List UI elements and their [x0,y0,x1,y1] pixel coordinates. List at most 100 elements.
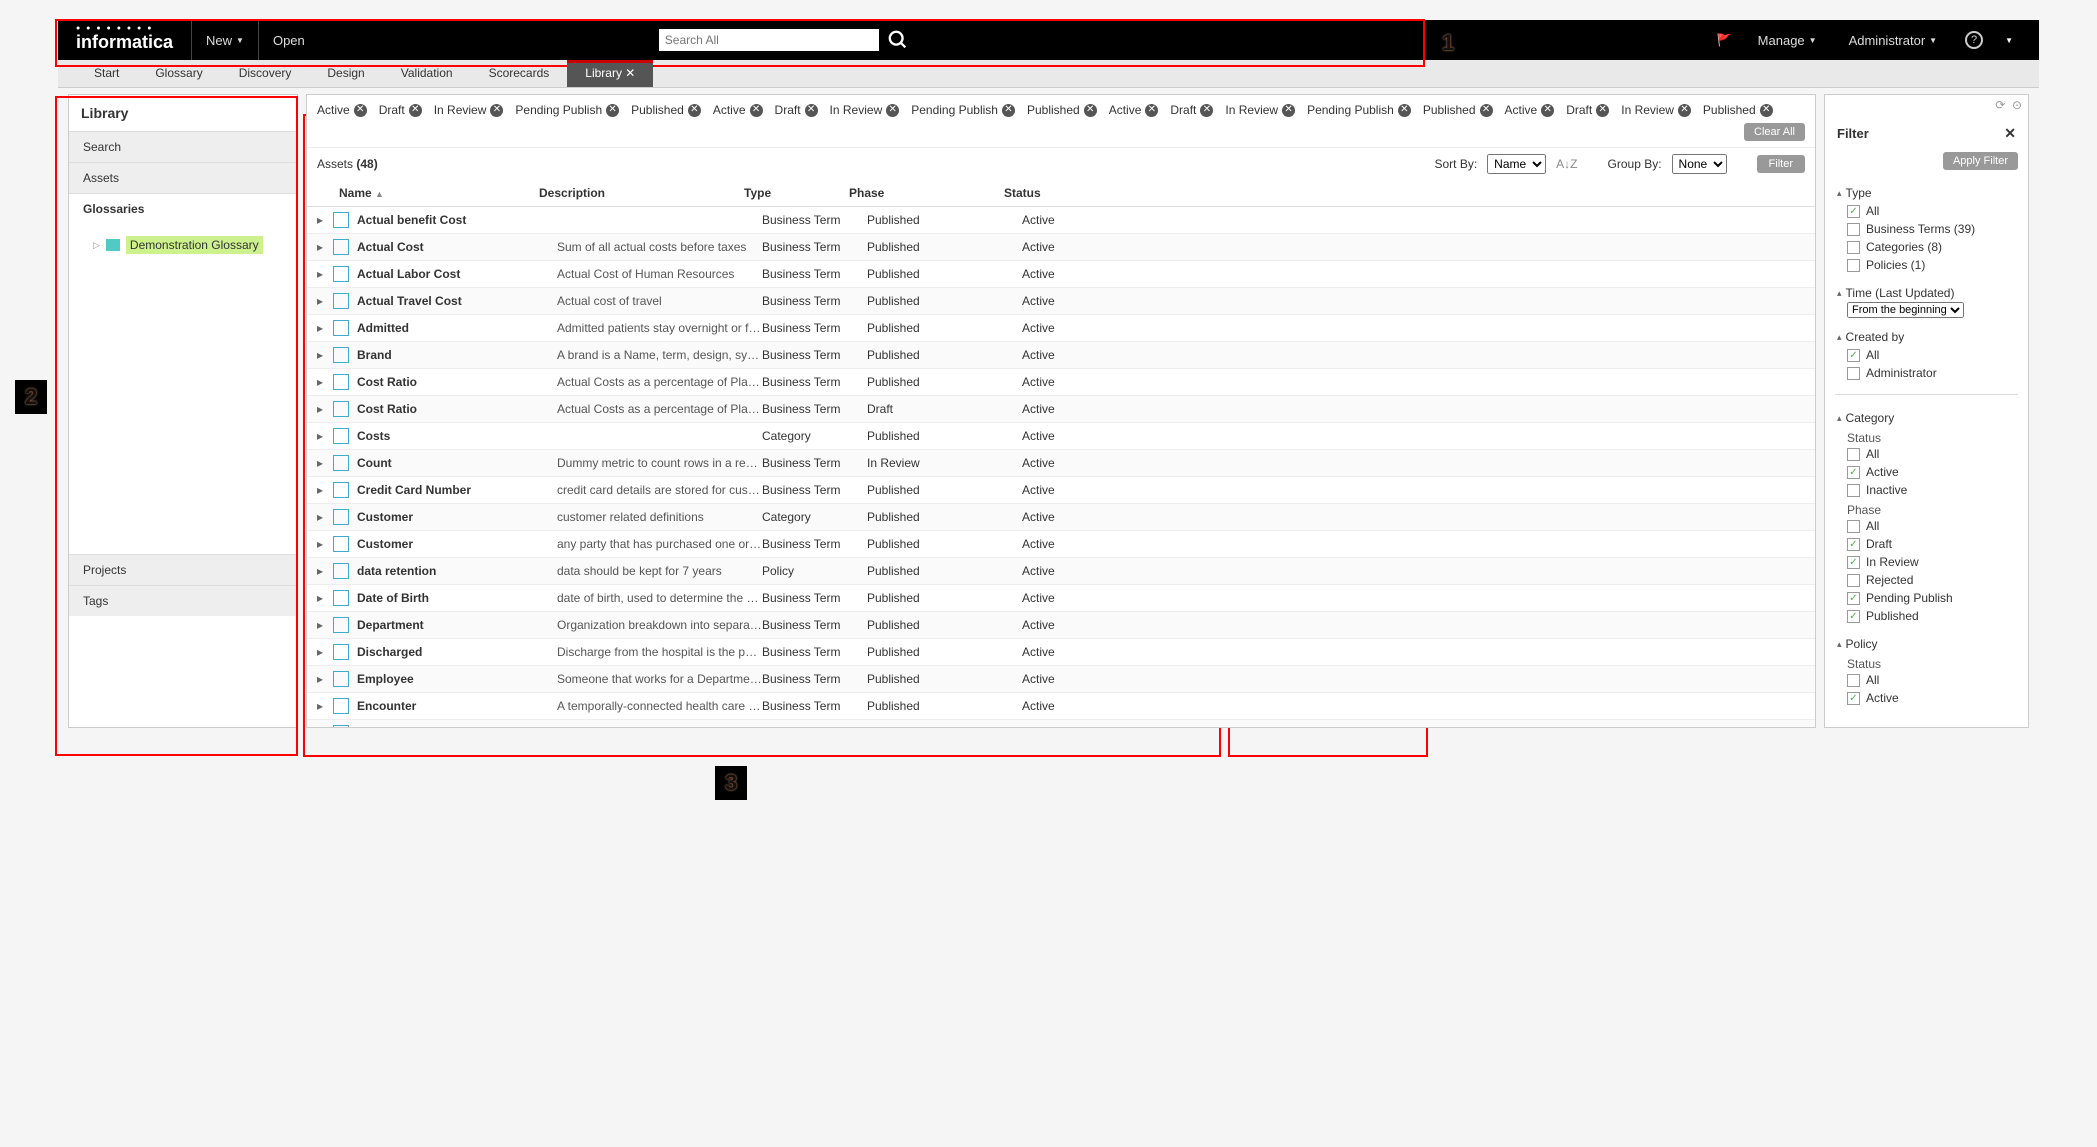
filter-option[interactable]: Published [1837,607,2016,625]
expand-icon[interactable]: ▸ [317,483,327,497]
checkbox[interactable] [1847,448,1860,461]
table-row[interactable]: ▸Customercustomer related definitionsCat… [307,504,1815,531]
table-row[interactable]: ▸Cost RatioActual Costs as a percentage … [307,369,1815,396]
collapse-icon[interactable]: ⊙ [2012,98,2022,112]
expand-icon[interactable]: ▸ [317,429,327,443]
tab-discovery[interactable]: Discovery [221,60,310,87]
checkbox[interactable] [1847,205,1860,218]
remove-chip-icon[interactable]: ✕ [1200,104,1213,117]
checkbox[interactable] [1847,556,1860,569]
filter-chip[interactable]: Draft ✕ [1170,103,1213,117]
expand-icon[interactable]: ▸ [317,294,327,308]
table-row[interactable]: ▸CostsCategoryPublishedActive [307,423,1815,450]
filter-chip[interactable]: Draft ✕ [1566,103,1609,117]
filter-time-title[interactable]: Time (Last Updated) [1837,282,2016,302]
expand-icon[interactable]: ▸ [317,645,327,659]
refresh-icon[interactable]: ⟳ [1995,98,2005,112]
sidebar-item-tags[interactable]: Tags [69,585,297,616]
table-row[interactable]: ▸DischargedDischarge from the hospital i… [307,639,1815,666]
flag-icon[interactable]: 🚩 [1717,33,1732,47]
filter-chip[interactable]: Pending Publish ✕ [911,103,1015,117]
table-row[interactable]: ▸Actual Labor CostActual Cost of Human R… [307,261,1815,288]
filter-chip[interactable]: In Review ✕ [434,103,504,117]
filter-created-title[interactable]: Created by [1837,326,2016,346]
tab-design[interactable]: Design [309,60,382,87]
remove-chip-icon[interactable]: ✕ [354,104,367,117]
tree-item[interactable]: ▷Demonstration Glossary [93,236,283,254]
tab-scorecards[interactable]: Scorecards [471,60,568,87]
time-select[interactable]: From the beginning [1847,302,1964,318]
filter-chip[interactable]: In Review ✕ [1225,103,1295,117]
search-icon[interactable] [887,29,909,51]
table-row[interactable]: ▸Date of Birthdate of birth, used to det… [307,585,1815,612]
remove-chip-icon[interactable]: ✕ [1678,104,1691,117]
filter-option[interactable]: Business Terms (39) [1837,220,2016,238]
filter-chip[interactable]: In Review ✕ [1621,103,1691,117]
checkbox[interactable] [1847,349,1860,362]
remove-chip-icon[interactable]: ✕ [1541,104,1554,117]
close-icon[interactable]: ✕ [622,66,635,80]
checkbox[interactable] [1847,241,1860,254]
expand-icon[interactable]: ▸ [317,348,327,362]
filter-option[interactable]: Inactive [1837,481,2016,499]
remove-chip-icon[interactable]: ✕ [688,104,701,117]
remove-chip-icon[interactable]: ✕ [1480,104,1493,117]
checkbox[interactable] [1847,520,1860,533]
filter-option[interactable]: All [1837,202,2016,220]
tab-library[interactable]: Library ✕ [567,60,653,87]
filter-option[interactable]: Active [1837,463,2016,481]
filter-chip[interactable]: Published ✕ [1423,103,1493,117]
filter-option[interactable]: Pending Publish [1837,589,2016,607]
tab-glossary[interactable]: Glossary [137,60,220,87]
search-input[interactable] [659,29,879,51]
sort-by-select[interactable]: Name [1487,154,1546,174]
filter-chip[interactable]: Published ✕ [1703,103,1773,117]
tab-start[interactable]: Start [76,60,137,87]
checkbox[interactable] [1847,367,1860,380]
table-row[interactable]: ▸ExpiredTo breathe one's last breath; di… [307,720,1815,727]
filter-option[interactable]: Administrator [1837,364,2016,382]
expand-icon[interactable]: ▷ [93,240,100,251]
filter-type-title[interactable]: Type [1837,182,2016,202]
filter-option[interactable]: Policies (1) [1837,256,2016,274]
open-button[interactable]: Open [258,20,319,60]
filter-option[interactable]: All [1837,671,2016,689]
sidebar-item-assets[interactable]: Assets [69,162,297,193]
filter-policy-title[interactable]: Policy [1837,633,2016,653]
sort-az-icon[interactable]: A↓Z [1556,157,1577,171]
remove-chip-icon[interactable]: ✕ [1760,104,1773,117]
remove-chip-icon[interactable]: ✕ [750,104,763,117]
table-row[interactable]: ▸AdmittedAdmitted patients stay overnigh… [307,315,1815,342]
admin-button[interactable]: Administrator▼ [1835,20,1952,60]
group-by-select[interactable]: None [1672,154,1727,174]
table-row[interactable]: ▸CountDummy metric to count rows in a re… [307,450,1815,477]
remove-chip-icon[interactable]: ✕ [1145,104,1158,117]
table-row[interactable]: ▸DepartmentOrganization breakdown into s… [307,612,1815,639]
filter-chip[interactable]: Published ✕ [1027,103,1097,117]
chevron-down-icon[interactable]: ▼ [2005,36,2013,45]
table-row[interactable]: ▸Actual Travel CostActual cost of travel… [307,288,1815,315]
expand-icon[interactable]: ▸ [317,402,327,416]
new-button[interactable]: New▼ [191,20,258,60]
remove-chip-icon[interactable]: ✕ [1084,104,1097,117]
checkbox[interactable] [1847,592,1860,605]
filter-chip[interactable]: Active ✕ [1109,103,1159,117]
filter-chip[interactable]: In Review ✕ [830,103,900,117]
table-row[interactable]: ▸Credit Card Numbercredit card details a… [307,477,1815,504]
expand-icon[interactable]: ▸ [317,726,327,727]
remove-chip-icon[interactable]: ✕ [805,104,818,117]
filter-option[interactable]: In Review [1837,553,2016,571]
col-description[interactable]: Description [539,186,744,200]
expand-icon[interactable]: ▸ [317,537,327,551]
expand-icon[interactable]: ▸ [317,564,327,578]
table-row[interactable]: ▸EncounterA temporally-connected health … [307,693,1815,720]
checkbox[interactable] [1847,223,1860,236]
table-row[interactable]: ▸EmployeeSomeone that works for a Depart… [307,666,1815,693]
checkbox[interactable] [1847,259,1860,272]
expand-icon[interactable]: ▸ [317,510,327,524]
close-icon[interactable]: ✕ [2004,125,2016,142]
expand-icon[interactable]: ▸ [317,240,327,254]
filter-option[interactable]: Categories (8) [1837,238,2016,256]
remove-chip-icon[interactable]: ✕ [1282,104,1295,117]
col-phase[interactable]: Phase [849,186,1004,200]
